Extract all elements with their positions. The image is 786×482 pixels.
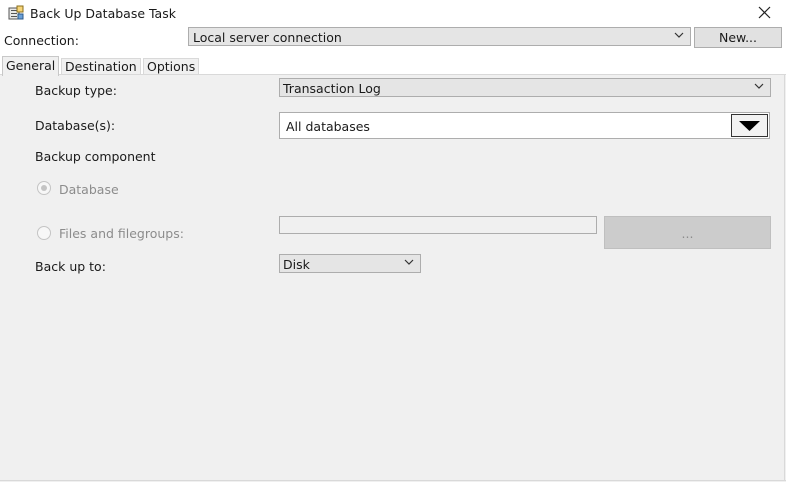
backup-type-label: Backup type: — [35, 83, 117, 98]
tab-options[interactable]: Options — [143, 58, 200, 75]
backup-component-heading: Backup component — [35, 149, 156, 164]
chevron-down-icon — [404, 259, 414, 265]
database-backup-icon — [8, 5, 24, 21]
connection-value: Local server connection — [193, 30, 342, 45]
files-filegroups-label: Files and filegroups: — [59, 226, 184, 241]
radio-selected-dot — [41, 185, 47, 191]
panel-bottom-border — [0, 480, 786, 481]
databases-value: All databases — [286, 119, 370, 134]
close-icon — [758, 6, 771, 19]
back-up-to-value: Disk — [283, 257, 310, 272]
chevron-down-icon — [754, 83, 764, 89]
backup-type-value: Transaction Log — [283, 81, 381, 96]
close-button[interactable] — [754, 2, 776, 24]
databases-label: Database(s): — [35, 118, 116, 133]
back-up-to-dropdown[interactable]: Disk — [279, 254, 421, 273]
database-option-label: Database — [59, 182, 119, 197]
chevron-down-icon — [674, 32, 684, 38]
files-filegroups-radio[interactable] — [37, 226, 51, 240]
new-connection-button[interactable]: New... — [694, 27, 782, 48]
tab-general[interactable]: General — [2, 56, 60, 76]
tab-destination[interactable]: Destination — [61, 58, 141, 75]
database-radio[interactable] — [37, 181, 51, 195]
browse-files-button[interactable]: ... — [604, 216, 771, 249]
panel-right-border — [784, 75, 785, 480]
window-title: Back Up Database Task — [30, 6, 176, 21]
connection-dropdown[interactable]: Local server connection — [188, 27, 691, 46]
back-up-to-label: Back up to: — [35, 259, 106, 274]
backup-type-dropdown[interactable]: Transaction Log — [279, 78, 771, 97]
title-bar: Back Up Database Task — [0, 0, 786, 26]
databases-dropdown-button[interactable] — [731, 114, 768, 137]
databases-dropdown[interactable]: All databases — [279, 112, 770, 139]
triangle-down-icon — [739, 121, 760, 131]
files-filegroups-input[interactable] — [279, 216, 597, 234]
connection-label: Connection: — [4, 33, 79, 48]
